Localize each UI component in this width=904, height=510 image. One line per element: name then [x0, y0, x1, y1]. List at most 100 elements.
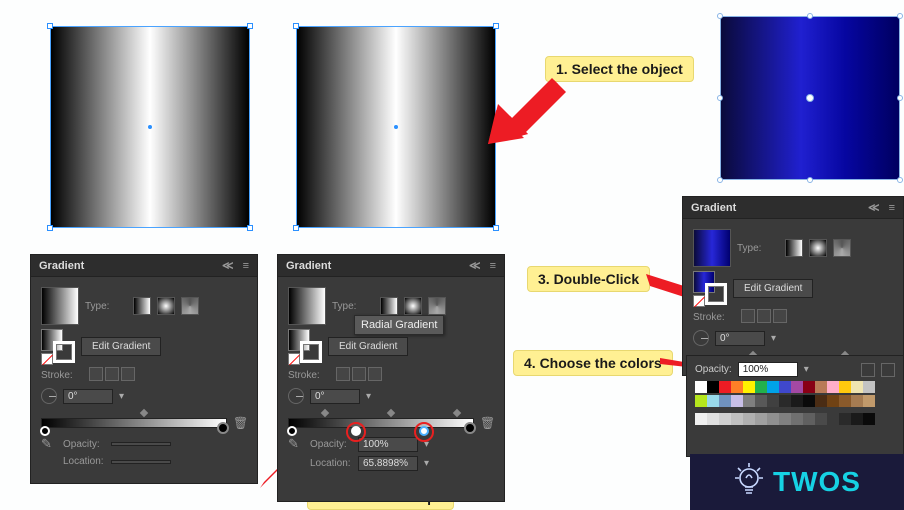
- color-swatch[interactable]: [719, 413, 731, 425]
- resize-handle[interactable]: [247, 23, 253, 29]
- midpoint-diamond[interactable]: [140, 409, 148, 417]
- color-swatch[interactable]: [755, 395, 767, 407]
- freeform-gradient-button[interactable]: [833, 239, 851, 257]
- color-swatch[interactable]: [863, 413, 875, 425]
- color-swatch[interactable]: [839, 395, 851, 407]
- resize-handle[interactable]: [493, 225, 499, 231]
- gradient-preview[interactable]: [41, 287, 79, 325]
- resize-handle[interactable]: [897, 95, 903, 101]
- linear-gradient-button[interactable]: [785, 239, 803, 257]
- edit-gradient-button[interactable]: Edit Gradient: [81, 337, 161, 356]
- dropdown-icon[interactable]: ▾: [804, 364, 809, 375]
- color-swatch-grid[interactable]: [695, 381, 895, 393]
- color-swatch[interactable]: [803, 395, 815, 407]
- color-swatch[interactable]: [719, 395, 731, 407]
- color-swatch[interactable]: [755, 381, 767, 393]
- color-swatch[interactable]: [779, 395, 791, 407]
- resize-handle[interactable]: [717, 13, 723, 19]
- angle-dial[interactable]: [288, 388, 304, 404]
- color-swatch[interactable]: [827, 413, 839, 425]
- delete-stop-icon[interactable]: 🗑: [480, 416, 494, 430]
- gradient-object-3[interactable]: [720, 16, 900, 180]
- color-swatch[interactable]: [827, 381, 839, 393]
- color-stop-end[interactable]: [464, 422, 476, 434]
- resize-handle[interactable]: [897, 13, 903, 19]
- radial-gradient-button[interactable]: [809, 239, 827, 257]
- color-swatch[interactable]: [707, 381, 719, 393]
- angle-field[interactable]: 0°: [310, 389, 360, 404]
- gradient-object-2[interactable]: [296, 26, 496, 228]
- color-swatch[interactable]: [707, 413, 719, 425]
- color-swatch[interactable]: [707, 395, 719, 407]
- stroke-options[interactable]: [336, 367, 384, 384]
- color-swatch[interactable]: [839, 381, 851, 393]
- resize-handle[interactable]: [807, 177, 813, 183]
- freeform-gradient-button[interactable]: [181, 297, 199, 315]
- opacity-field[interactable]: [111, 442, 171, 446]
- resize-handle[interactable]: [293, 23, 299, 29]
- color-swatch[interactable]: [743, 413, 755, 425]
- color-stop[interactable]: [287, 426, 297, 436]
- color-stop-added-2[interactable]: [419, 426, 429, 436]
- color-swatch[interactable]: [815, 413, 827, 425]
- freeform-gradient-button[interactable]: [428, 297, 446, 315]
- color-swatch[interactable]: [791, 381, 803, 393]
- resize-handle[interactable]: [247, 225, 253, 231]
- color-swatch[interactable]: [815, 395, 827, 407]
- resize-handle[interactable]: [47, 23, 53, 29]
- color-swatch-grid[interactable]: [695, 413, 895, 425]
- linear-gradient-button[interactable]: [133, 297, 151, 315]
- resize-handle[interactable]: [293, 225, 299, 231]
- linear-gradient-button[interactable]: [380, 297, 398, 315]
- center-anchor[interactable]: [806, 94, 814, 102]
- popup-opacity-field[interactable]: 100%: [738, 362, 798, 377]
- midpoint-diamond[interactable]: [387, 409, 395, 417]
- resize-handle[interactable]: [493, 23, 499, 29]
- gradient-preview[interactable]: [288, 287, 326, 325]
- eyedropper-icon[interactable]: ✎: [288, 436, 304, 452]
- dropdown-icon[interactable]: ▾: [366, 391, 371, 402]
- color-swatch[interactable]: [851, 381, 863, 393]
- fill-stroke-swatch[interactable]: [41, 329, 75, 363]
- resize-handle[interactable]: [717, 95, 723, 101]
- color-swatch[interactable]: [839, 413, 851, 425]
- gradient-preview[interactable]: [693, 229, 731, 267]
- dropdown-icon[interactable]: ▾: [424, 458, 429, 469]
- color-swatch[interactable]: [863, 395, 875, 407]
- edit-gradient-button[interactable]: Edit Gradient: [733, 279, 813, 298]
- swatches-grid-icon[interactable]: [881, 363, 895, 377]
- midpoint-diamond[interactable]: [453, 409, 461, 417]
- color-swatch[interactable]: [863, 381, 875, 393]
- edit-gradient-button[interactable]: Edit Gradient: [328, 337, 408, 356]
- color-swatch[interactable]: [767, 395, 779, 407]
- gradient-slider[interactable]: 🗑: [288, 414, 494, 432]
- color-swatch[interactable]: [743, 395, 755, 407]
- angle-field[interactable]: 0°: [715, 331, 765, 346]
- dropdown-icon[interactable]: ▾: [424, 439, 429, 450]
- center-anchor[interactable]: [148, 125, 152, 129]
- color-swatch[interactable]: [779, 381, 791, 393]
- location-field[interactable]: 65.8898%: [358, 456, 418, 471]
- gradient-slider[interactable]: 🗑: [41, 414, 247, 432]
- resize-handle[interactable]: [807, 13, 813, 19]
- color-swatch[interactable]: [731, 413, 743, 425]
- center-anchor[interactable]: [394, 125, 398, 129]
- color-swatch[interactable]: [731, 381, 743, 393]
- color-swatch[interactable]: [695, 413, 707, 425]
- resize-handle[interactable]: [717, 177, 723, 183]
- radial-gradient-button[interactable]: [404, 297, 422, 315]
- resize-handle[interactable]: [47, 225, 53, 231]
- midpoint-diamond[interactable]: [321, 409, 329, 417]
- color-swatch[interactable]: [815, 381, 827, 393]
- color-swatch[interactable]: [851, 395, 863, 407]
- swatches-mode-icon[interactable]: [861, 363, 875, 377]
- dropdown-icon[interactable]: ▾: [771, 333, 776, 344]
- menu-icon[interactable]: ≡: [889, 202, 895, 214]
- color-swatch[interactable]: [743, 381, 755, 393]
- menu-icon[interactable]: ≡: [243, 260, 249, 272]
- color-swatch[interactable]: [791, 395, 803, 407]
- stroke-options[interactable]: [89, 367, 137, 384]
- resize-handle[interactable]: [897, 177, 903, 183]
- color-stop[interactable]: [40, 426, 50, 436]
- color-swatch[interactable]: [695, 395, 707, 407]
